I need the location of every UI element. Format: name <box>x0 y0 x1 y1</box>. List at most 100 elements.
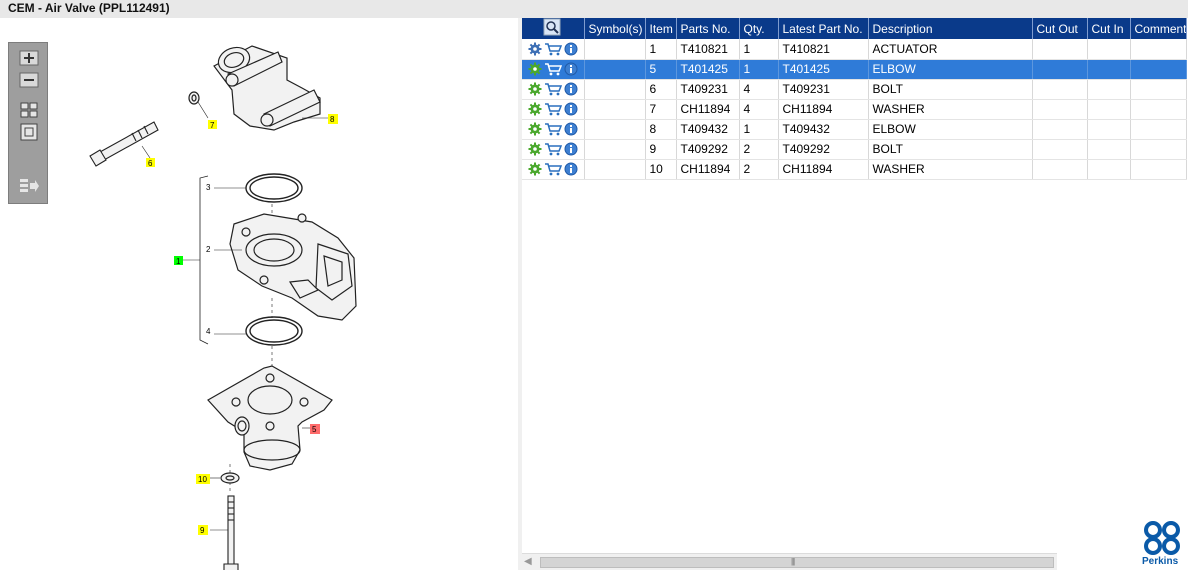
fit-all-icon[interactable] <box>18 101 40 119</box>
fit-window-icon[interactable] <box>18 123 40 141</box>
exploded-diagram[interactable]: 7 6 8 3 1 2 4 5 10 9 <box>2 18 518 570</box>
row-actions <box>522 159 585 180</box>
description-cell: ELBOW <box>868 59 1033 80</box>
part-3-seal[interactable] <box>245 173 303 203</box>
diagram-pane[interactable]: 7 6 8 3 1 2 4 5 10 9 <box>2 18 518 570</box>
part-4-seal[interactable] <box>245 316 303 346</box>
zoom-in-icon[interactable] <box>18 49 40 67</box>
perkins-logo-text: Perkins <box>1142 556 1179 567</box>
qty-cell: 4 <box>739 99 779 120</box>
part-gear-icon[interactable] <box>528 82 542 96</box>
cut-in-cell <box>1087 119 1131 140</box>
info-icon[interactable] <box>564 122 578 136</box>
latest-part-no-cell: CH11894 <box>778 159 869 180</box>
comment-cell <box>1130 59 1187 80</box>
part-gear-icon[interactable] <box>528 62 542 76</box>
info-icon[interactable] <box>564 82 578 96</box>
part-9-bolt[interactable] <box>223 495 239 570</box>
symbols-cell <box>584 99 646 120</box>
header-comment[interactable]: Comment <box>1130 18 1187 39</box>
header-symbols[interactable]: Symbol(s) <box>584 18 646 39</box>
callout-8[interactable]: 8 <box>328 114 338 124</box>
item-cell: 7 <box>645 99 677 120</box>
header-qty[interactable]: Qty. <box>739 18 779 39</box>
part-gear-icon[interactable] <box>528 162 542 176</box>
svg-text:1: 1 <box>176 257 181 266</box>
cut-out-cell <box>1032 99 1088 120</box>
part-gear-icon[interactable] <box>528 142 542 156</box>
table-row[interactable]: 1 T410821 1 T410821 ACTUATOR <box>522 39 1187 60</box>
add-to-cart-icon[interactable] <box>544 82 562 96</box>
list-export-icon[interactable] <box>18 177 40 195</box>
table-row[interactable]: 9 T409292 2 T409292 BOLT <box>522 139 1187 160</box>
callout-3: 3 <box>206 183 211 192</box>
add-to-cart-icon[interactable] <box>544 122 562 136</box>
cut-out-cell <box>1032 119 1088 140</box>
latest-part-no-cell: T409432 <box>778 119 869 140</box>
add-to-cart-icon[interactable] <box>544 42 562 56</box>
header-description[interactable]: Description <box>868 18 1033 39</box>
scroll-left-icon[interactable]: ◀ <box>524 556 536 568</box>
row-actions <box>522 59 585 80</box>
cut-in-cell <box>1087 159 1131 180</box>
description-cell: WASHER <box>868 159 1033 180</box>
info-icon[interactable] <box>564 62 578 76</box>
item-cell: 8 <box>645 119 677 140</box>
row-actions <box>522 99 585 120</box>
info-icon[interactable] <box>564 162 578 176</box>
parts-grid: Symbol(s) Item Parts No. Qty. Latest Par… <box>522 18 1188 570</box>
info-icon[interactable] <box>564 142 578 156</box>
item-cell: 5 <box>645 59 677 80</box>
preview-search-icon[interactable] <box>526 18 580 36</box>
cut-in-cell <box>1087 99 1131 120</box>
cut-out-cell <box>1032 139 1088 160</box>
add-to-cart-icon[interactable] <box>544 62 562 76</box>
info-icon[interactable] <box>564 102 578 116</box>
comment-cell <box>1130 79 1187 100</box>
table-row[interactable]: 6 T409231 4 T409231 BOLT <box>522 79 1187 100</box>
header-preview[interactable] <box>522 18 585 39</box>
table-row[interactable]: 10 CH11894 2 CH11894 WASHER <box>522 159 1187 180</box>
callout-7[interactable]: 7 <box>208 120 217 130</box>
add-to-cart-icon[interactable] <box>544 142 562 156</box>
viewer-toolbox <box>8 42 48 204</box>
callout-9[interactable]: 9 <box>198 525 208 535</box>
comment-cell <box>1130 39 1187 60</box>
latest-part-no-cell: CH11894 <box>778 99 869 120</box>
table-row[interactable]: 8 T409432 1 T409432 ELBOW <box>522 119 1187 140</box>
table-row[interactable]: 7 CH11894 4 CH11894 WASHER <box>522 99 1187 120</box>
add-to-cart-icon[interactable] <box>544 102 562 116</box>
part-2-valve-body[interactable] <box>229 213 357 321</box>
header-latest-part-no[interactable]: Latest Part No. <box>778 18 869 39</box>
assembly-gear-icon[interactable] <box>528 42 542 56</box>
qty-cell: 1 <box>739 39 779 60</box>
latest-part-no-cell: T410821 <box>778 39 869 60</box>
scrollbar-thumb[interactable]: ||| <box>540 557 1054 568</box>
callout-6[interactable]: 6 <box>146 158 155 168</box>
table-row[interactable]: 5 T401425 1 T401425 ELBOW <box>522 59 1187 80</box>
header-item[interactable]: Item <box>645 18 677 39</box>
parts-no-cell: CH11894 <box>676 99 740 120</box>
parts-table: Symbol(s) Item Parts No. Qty. Latest Par… <box>522 18 1187 180</box>
cut-out-cell <box>1032 59 1088 80</box>
item-cell: 10 <box>645 159 677 180</box>
horizontal-scrollbar[interactable]: ◀ ||| <box>522 553 1057 570</box>
header-cut-out[interactable]: Cut Out <box>1032 18 1088 39</box>
part-5-elbow[interactable] <box>207 365 333 471</box>
header-parts-no[interactable]: Parts No. <box>676 18 740 39</box>
add-to-cart-icon[interactable] <box>544 162 562 176</box>
part-7-washer[interactable] <box>188 91 200 105</box>
callout-10[interactable]: 10 <box>196 474 210 484</box>
description-cell: BOLT <box>868 139 1033 160</box>
part-10-washer[interactable] <box>220 472 240 484</box>
zoom-out-icon[interactable] <box>18 71 40 89</box>
part-gear-icon[interactable] <box>528 102 542 116</box>
callout-5[interactable]: 5 <box>310 424 320 434</box>
header-cut-in[interactable]: Cut In <box>1087 18 1131 39</box>
part-gear-icon[interactable] <box>528 122 542 136</box>
description-cell: ACTUATOR <box>868 39 1033 60</box>
part-8-elbow[interactable] <box>213 43 321 131</box>
info-icon[interactable] <box>564 42 578 56</box>
callout-1[interactable]: 1 <box>174 256 183 266</box>
parts-no-cell: T410821 <box>676 39 740 60</box>
